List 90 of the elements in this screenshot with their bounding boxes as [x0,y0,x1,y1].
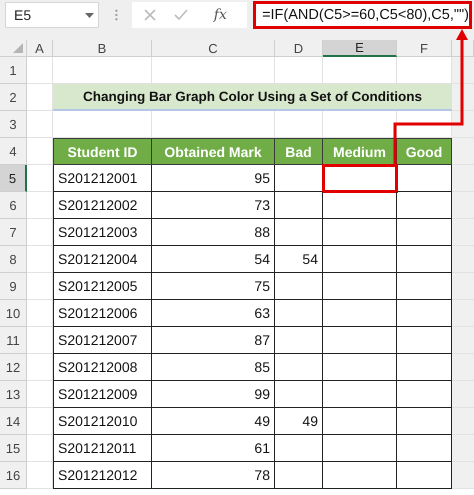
column-header[interactable]: A [27,40,53,57]
row-header[interactable]: 10 [0,300,27,327]
row-header[interactable]: 13 [0,381,27,408]
column-heading: Good [397,138,452,165]
empty-cell [27,435,53,462]
empty-cell [27,273,53,300]
row-header[interactable]: 11 [0,327,27,354]
row-header[interactable]: 12 [0,354,27,381]
table-cell: S201212007 [53,327,152,354]
table-cell: 85 [152,354,275,381]
row-header[interactable]: 9 [0,273,27,300]
empty-cell [27,381,53,408]
row-header[interactable]: 4 [0,138,27,165]
empty-cell [27,354,53,381]
empty-cell [27,165,53,192]
row-header[interactable]: 16 [0,462,27,489]
table-cell: S201212002 [53,192,152,219]
table-cell: 78 [152,462,275,489]
table-cell: 75 [152,273,275,300]
column-header[interactable]: C [152,40,275,57]
column-header[interactable]: F [397,40,452,57]
empty-cell [27,192,53,219]
column-heading: Medium [323,138,397,165]
table-cell: 95 [152,165,275,192]
insert-function-button[interactable]: fx [214,7,227,23]
column-heading: Student ID [53,138,152,165]
empty-cell [275,273,323,300]
check-icon[interactable] [174,9,188,21]
table-cell: S201212003 [53,219,152,246]
table-cell: 88 [152,219,275,246]
row-header[interactable]: 8 [0,246,27,273]
column-heading: Obtained Mark [152,138,275,165]
table-cell: 49 [152,408,275,435]
empty-cell [275,219,323,246]
table-cell: S201212011 [53,435,152,462]
empty-cell [275,192,323,219]
row-header[interactable]: 5 [0,165,27,192]
triangle-icon [13,43,23,53]
row-header[interactable]: 15 [0,435,27,462]
row-header[interactable]: 7 [0,219,27,246]
empty-cell [275,435,323,462]
empty-cell [27,462,53,489]
empty-cell [27,408,53,435]
empty-cell [275,300,323,327]
table-cell: 54 [275,246,323,273]
select-all-button[interactable] [0,40,27,57]
empty-cell [275,57,323,84]
table-cell: S201212008 [53,354,152,381]
table-cell: S201212012 [53,462,152,489]
table-cell: S201212009 [53,381,152,408]
name-box[interactable]: E5 [5,2,99,28]
table-cell: 87 [152,327,275,354]
empty-cell [27,300,53,327]
table-cell: S201212005 [53,273,152,300]
empty-cell [27,111,53,138]
table-cell: 49 [275,408,323,435]
cell-reference: E5 [14,7,32,23]
column-heading: Bad [275,138,323,165]
dropdown-caret-icon[interactable] [85,12,94,18]
empty-cell [27,246,53,273]
row-header[interactable]: 6 [0,192,27,219]
row-header[interactable]: 1 [0,57,27,84]
column-header[interactable]: E [323,40,397,57]
drag-handle-icon[interactable] [115,9,118,21]
table-cell: 63 [152,300,275,327]
empty-cell [275,327,323,354]
row-header[interactable]: 3 [0,111,27,138]
row-header[interactable]: 2 [0,84,27,111]
empty-cell [275,354,323,381]
table-cell: S201212004 [53,246,152,273]
table-cell: 73 [152,192,275,219]
formula-field[interactable]: =IF(AND(C5>=60,C5<80),C5,"") [253,1,472,29]
empty-cell [27,327,53,354]
empty-cell [275,381,323,408]
table-cell: S201212001 [53,165,152,192]
cancel-icon[interactable] [144,9,156,21]
table-cell: S201212006 [53,300,152,327]
table-cell: 99 [152,381,275,408]
empty-cell [27,138,53,165]
table-cell: 54 [152,246,275,273]
column-header[interactable]: D [275,40,323,57]
empty-cell [27,84,53,111]
empty-cell [275,462,323,489]
table-cell: S201212010 [53,408,152,435]
row-header[interactable]: 14 [0,408,27,435]
empty-cell [275,111,323,138]
empty-cell [27,219,53,246]
sheet-title: Changing Bar Graph Color Using a Set of Conditions [53,84,452,111]
table-cell: 61 [152,435,275,462]
column-header[interactable]: B [53,40,152,57]
